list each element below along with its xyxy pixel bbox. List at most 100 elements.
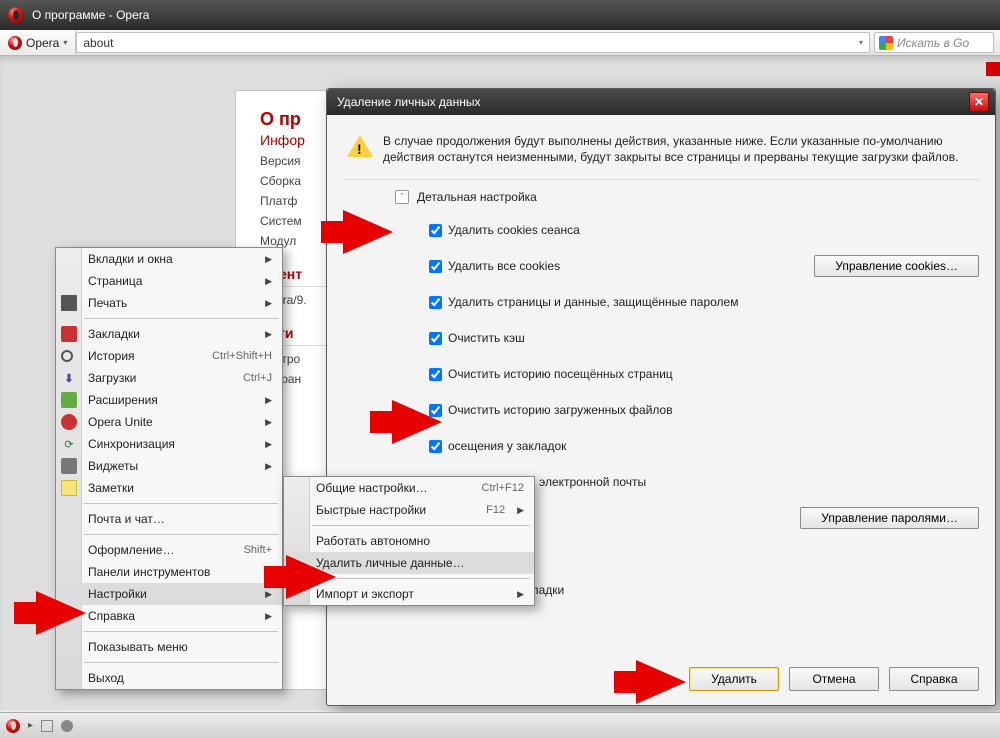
menu-item[interactable]: ИсторияCtrl+Shift+H [56, 345, 282, 367]
address-bar[interactable]: about ▾ [76, 32, 870, 53]
menu-item[interactable]: Общие настройки…Ctrl+F12 [284, 477, 534, 499]
menu-item[interactable]: Расширения▶ [56, 389, 282, 411]
menu-item-label: Настройки [88, 587, 253, 601]
print-icon [61, 295, 77, 311]
menu-item[interactable]: Панели инструментов ▶ [56, 561, 282, 583]
menu-item-shortcut: Ctrl+F12 [482, 482, 525, 494]
menu-item-label: Opera Unite [88, 415, 253, 429]
chevron-right-icon: ▶ [265, 461, 272, 472]
option-checkbox-del_protected[interactable] [429, 296, 442, 309]
menu-item[interactable]: Импорт и экспорт▶ [284, 583, 534, 605]
opera-main-menu: Вкладки и окна▶Страница▶Печать▶Закладки▶… [55, 247, 283, 690]
menu-item[interactable]: Страница▶ [56, 270, 282, 292]
menu-item-label: Справка [88, 609, 253, 623]
menu-item[interactable]: Справка ▶ [56, 605, 282, 627]
menu-item-label: Печать [88, 296, 253, 310]
sync-icon: ⟳ [61, 436, 77, 452]
option-row: Удалить cookies сеанса [429, 212, 979, 248]
search-box[interactable]: Искать в Go [874, 32, 994, 53]
detail-toggle-label: Детальная настройка [417, 190, 537, 204]
option-checkbox-clear_downloads[interactable] [429, 404, 442, 417]
option-label: Очистить историю загруженных файлов [448, 403, 673, 417]
menu-item-label: Загрузки [88, 371, 223, 385]
menu-item[interactable]: Удалить личные данные… [284, 552, 534, 574]
menu-item[interactable]: Виджеты ▶ [56, 455, 282, 477]
chevron-right-icon: ▶ [265, 276, 272, 287]
manage-button[interactable]: Управление паролями… [800, 507, 979, 529]
chevron-right-icon: ▶ [265, 298, 272, 309]
detail-toggle[interactable]: ˆ Детальная настройка [395, 190, 979, 204]
cancel-button[interactable]: Отмена [789, 667, 879, 691]
menu-item-shortcut: Ctrl+J [243, 372, 272, 384]
menu-item-label: Закладки [88, 327, 253, 341]
warning-icon [347, 135, 373, 157]
menu-item-label: Работать автономно [316, 534, 524, 548]
option-label: осещения у закладок [448, 439, 566, 453]
settings-submenu: Общие настройки…Ctrl+F12Быстрые настройк… [283, 476, 535, 606]
clock-icon [61, 350, 73, 362]
option-row: Очистить историю посещённых страниц [429, 356, 979, 392]
chevron-up-icon: ˆ [395, 190, 409, 204]
warning-text: В случае продолжения будут выполнены дей… [383, 133, 975, 165]
chevron-right-icon: ▶ [265, 567, 272, 578]
chevron-right-icon: ▶ [517, 589, 524, 600]
menu-item[interactable]: Быстрые настройкиF12▶ [284, 499, 534, 521]
menu-item[interactable]: Работать автономно [284, 530, 534, 552]
option-checkbox-clear_history[interactable] [429, 368, 442, 381]
manage-button[interactable]: Управление cookies… [814, 255, 979, 277]
chevron-right-icon: ▶ [265, 611, 272, 622]
option-label: Очистить историю посещённых страниц [448, 367, 673, 381]
chevron-right-icon: ▶ [265, 589, 272, 600]
menu-item-label: Показывать меню [88, 640, 272, 654]
chevron-right-icon: ▶ [265, 254, 272, 265]
menu-item-label: Синхронизация [88, 437, 253, 451]
option-row: Очистить кэш [429, 320, 979, 356]
menu-item[interactable]: Opera Unite ▶ [56, 411, 282, 433]
menu-item-label: Оформление… [88, 543, 224, 557]
option-checkbox-del_all_cookies[interactable] [429, 260, 442, 273]
menu-item-label: Почта и чат… [88, 512, 272, 526]
help-button[interactable]: Справка [889, 667, 979, 691]
status-icon [61, 720, 73, 732]
menu-item[interactable]: Показывать меню [56, 636, 282, 658]
status-bar: ▸ [0, 712, 1000, 738]
dialog-titlebar: Удаление личных данных ✕ [327, 89, 995, 115]
option-label: Удалить cookies сеанса [448, 223, 580, 237]
menu-item-label: Панели инструментов [88, 565, 253, 579]
menu-item[interactable]: ⬇ЗагрузкиCtrl+J [56, 367, 282, 389]
option-checkbox-bm_visits_tail[interactable] [429, 440, 442, 453]
menu-item[interactable]: Закладки▶ [56, 323, 282, 345]
close-button[interactable]: ✕ [969, 92, 989, 112]
option-label: Очистить кэш [448, 331, 525, 345]
opera-logo-icon [8, 36, 22, 50]
menu-item-label: Удалить личные данные… [316, 556, 524, 570]
option-row: Очистить историю загруженных файлов [429, 392, 979, 428]
opera-menu-button[interactable]: Opera ▾ [0, 30, 76, 55]
address-value: about [83, 36, 113, 50]
option-checkbox-clear_cache[interactable] [429, 332, 442, 345]
menu-item[interactable]: Заметки [56, 477, 282, 499]
widget-icon [61, 458, 77, 474]
menu-item-shortcut: Shift+ [244, 544, 272, 556]
menu-item-shortcut: F12 [486, 504, 505, 516]
menu-item[interactable]: Печать ▶ [56, 292, 282, 314]
window-title: О программе - Opera [32, 8, 149, 22]
search-placeholder: Искать в Go [897, 36, 969, 50]
dialog-title: Удаление личных данных [337, 95, 480, 109]
menu-item[interactable]: Вкладки и окна ▶ [56, 248, 282, 270]
menu-item[interactable]: Почта и чат… [56, 508, 282, 530]
menu-item[interactable]: Выход [56, 667, 282, 689]
chevron-right-icon: ▶ [265, 417, 272, 428]
bookmark-icon [61, 326, 77, 342]
option-checkbox-del_session_cookies[interactable] [429, 224, 442, 237]
menu-item[interactable]: Оформление… Shift+ [56, 539, 282, 561]
option-label: Удалить страницы и данные, защищённые па… [448, 295, 738, 309]
menu-item[interactable]: ⟳Синхронизация▶ [56, 433, 282, 455]
menu-item-label: Вкладки и окна [88, 252, 253, 266]
chevron-down-icon: ▾ [859, 38, 863, 47]
menu-item-label: Виджеты [88, 459, 253, 473]
menu-item-label: Заметки [88, 481, 272, 495]
ok-button[interactable]: Удалить [689, 667, 779, 691]
menu-item-label: Выход [88, 671, 272, 685]
menu-item[interactable]: Настройки ▶ [56, 583, 282, 605]
